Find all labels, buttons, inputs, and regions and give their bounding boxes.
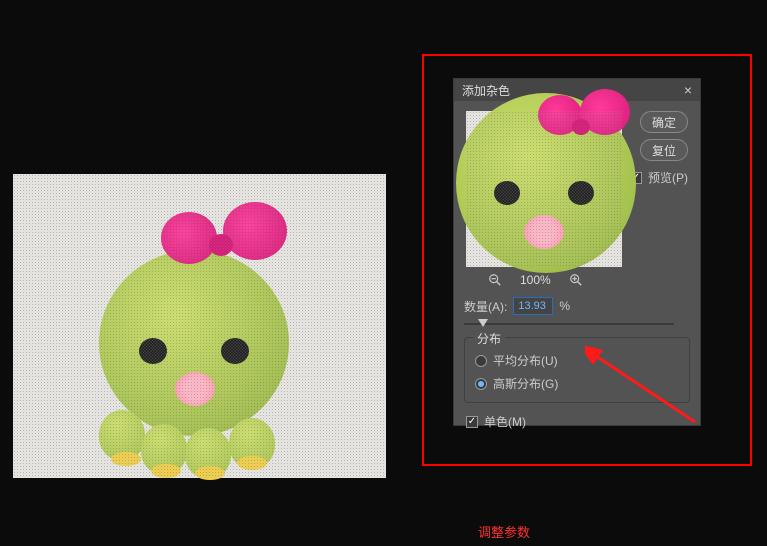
monochrome-label: 单色(M) xyxy=(484,413,526,430)
zoom-in-icon[interactable] xyxy=(569,273,583,287)
gaussian-radio[interactable] xyxy=(475,378,487,390)
uniform-label: 平均分布(U) xyxy=(493,352,558,369)
canvas-image xyxy=(13,174,386,478)
zoom-level: 100% xyxy=(520,273,551,287)
preview-label: 预览(P) xyxy=(648,169,688,186)
distribution-fieldset: 分布 平均分布(U) 高斯分布(G) xyxy=(464,337,690,403)
caption-text: 调整参数 xyxy=(478,522,530,541)
add-noise-dialog: 添加杂色 × 确定 复位 预览(P) 100% xyxy=(453,78,701,426)
dialog-title: 添加杂色 xyxy=(462,82,510,99)
gaussian-label: 高斯分布(G) xyxy=(493,375,558,392)
monochrome-checkbox[interactable] xyxy=(466,416,478,428)
amount-input[interactable] xyxy=(513,297,553,315)
reset-button[interactable]: 复位 xyxy=(640,139,688,161)
uniform-radio[interactable] xyxy=(475,355,487,367)
ok-button[interactable]: 确定 xyxy=(640,111,688,133)
distribution-title: 分布 xyxy=(473,330,505,347)
amount-slider[interactable] xyxy=(464,323,674,325)
zoom-out-icon[interactable] xyxy=(488,273,502,287)
amount-label: 数量(A): xyxy=(464,298,507,315)
preview-image[interactable] xyxy=(466,111,622,267)
slider-thumb[interactable] xyxy=(478,319,488,327)
close-icon[interactable]: × xyxy=(684,82,692,98)
amount-unit: % xyxy=(559,299,570,313)
